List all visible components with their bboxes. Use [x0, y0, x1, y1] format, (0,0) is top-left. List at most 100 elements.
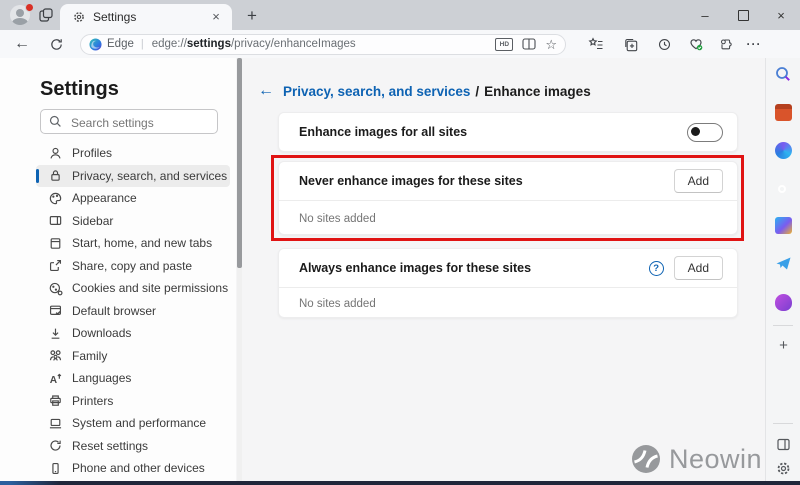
page-title: Enhance images	[484, 84, 591, 99]
add-site-button[interactable]: Add	[674, 169, 723, 193]
sidebar-item-privacy[interactable]: Privacy, search, and services	[36, 165, 230, 188]
sidebar-settings-icon[interactable]	[775, 460, 792, 477]
settings-title: Settings	[40, 78, 119, 101]
address-bar[interactable]: Edge | edge://settings/privacy/enhanceIm…	[80, 34, 566, 55]
avatar-body	[12, 18, 28, 25]
address-bar-actions: HD ☆	[495, 38, 557, 51]
browser-toolbar: ← Edge | edge://settings/privacy/enhance…	[0, 30, 800, 59]
url-text: edge://settings/privacy/enhanceImages	[152, 38, 490, 50]
sidebar-item-label: Profiles	[72, 146, 112, 160]
copilot-swirl-icon[interactable]	[775, 142, 792, 159]
games-icon[interactable]	[775, 294, 792, 311]
tab-strip: Settings × + – ×	[0, 0, 800, 30]
edge-brand-label: Edge	[107, 38, 134, 50]
url-rest: /privacy/enhanceImages	[231, 38, 356, 50]
more-icon[interactable]: ···	[742, 33, 766, 55]
sidebar-item-downloads[interactable]: Downloads	[36, 322, 230, 345]
add-site-button[interactable]: Add	[674, 256, 723, 280]
settings-nav-list: Profiles Privacy, search, and services A…	[0, 142, 236, 480]
sidebar-item-default-browser[interactable]: Default browser	[36, 300, 230, 323]
designer-icon[interactable]	[775, 217, 792, 234]
sidebar-item-start-home[interactable]: Start, home, and new tabs	[36, 232, 230, 255]
notification-dot	[25, 3, 34, 12]
sidebar-panel-icon	[48, 213, 63, 228]
default-browser-icon	[48, 303, 63, 318]
workspaces-icon[interactable]	[38, 7, 54, 23]
sidebar-item-system[interactable]: System and performance	[36, 412, 230, 435]
window-bottom-edge	[0, 481, 800, 485]
split-screen-icon[interactable]	[522, 38, 536, 50]
back-icon[interactable]: ←	[10, 33, 34, 55]
breadcrumb-back-icon[interactable]: ←	[258, 82, 274, 100]
refresh-icon[interactable]	[44, 33, 68, 55]
breadcrumb-parent-link[interactable]: Privacy, search, and services	[283, 84, 470, 99]
edge-sidebar: +	[765, 58, 800, 481]
empty-state-text: No sites added	[279, 288, 737, 319]
downloads-icon	[48, 326, 63, 341]
sidebar-item-appearance[interactable]: Appearance	[36, 187, 230, 210]
tab-close-icon[interactable]: ×	[208, 9, 224, 25]
collections-icon[interactable]	[618, 33, 642, 55]
settings-search[interactable]	[40, 109, 218, 134]
sidebar-divider	[773, 325, 793, 326]
minimize-button[interactable]: –	[686, 0, 724, 30]
sidebar-item-sidebar[interactable]: Sidebar	[36, 210, 230, 233]
edge-logo	[89, 38, 102, 51]
languages-icon: A	[48, 371, 63, 386]
breadcrumb-separator: /	[475, 84, 479, 99]
tab-settings[interactable]: Settings ×	[60, 4, 232, 30]
card-always-enhance-sites: Always enhance images for these sites ? …	[278, 248, 738, 318]
hd-icon[interactable]: HD	[495, 38, 513, 51]
sidebar-item-cookies[interactable]: Cookies and site permissions	[36, 277, 230, 300]
sidebar-item-label: Default browser	[72, 304, 156, 318]
sidebar-item-phone[interactable]: Phone and other devices	[36, 457, 230, 480]
url-highlight: settings	[187, 38, 231, 50]
printers-icon	[48, 393, 63, 408]
gear-icon	[72, 10, 86, 24]
sidebar-item-reset[interactable]: Reset settings	[36, 435, 230, 458]
history-icon[interactable]	[652, 33, 676, 55]
help-icon[interactable]: ?	[649, 261, 664, 276]
drop-icon[interactable]	[775, 255, 792, 272]
breadcrumb: ← Privacy, search, and services / Enhanc…	[258, 82, 591, 100]
sidebar-item-profiles[interactable]: Profiles	[36, 142, 230, 165]
sidebar-item-label: Languages	[72, 371, 131, 385]
shopping-icon[interactable]	[775, 104, 792, 121]
search-icon[interactable]	[775, 66, 792, 83]
sidebar-divider	[773, 423, 793, 424]
sidebar-item-share-copy-paste[interactable]: Share, copy and paste	[36, 255, 230, 278]
sidebar-item-label: Cookies and site permissions	[72, 281, 228, 295]
add-favorite-star-icon[interactable]: ☆	[545, 38, 557, 51]
favorites-icon[interactable]	[584, 33, 608, 55]
browser-essentials-icon[interactable]	[684, 33, 708, 55]
close-button[interactable]: ×	[762, 0, 800, 30]
extensions-icon[interactable]	[714, 33, 738, 55]
setting-label: Always enhance images for these sites	[299, 261, 649, 275]
phone-icon	[48, 461, 63, 476]
window-controls: – ×	[686, 0, 800, 30]
sidebar-item-label: Family	[72, 349, 107, 363]
sidebar-item-printers[interactable]: Printers	[36, 390, 230, 413]
svg-text:A: A	[50, 375, 58, 386]
setting-label: Never enhance images for these sites	[299, 174, 674, 188]
search-input[interactable]	[69, 111, 215, 134]
share-icon	[48, 258, 63, 273]
new-tab-button[interactable]: +	[240, 4, 264, 28]
family-icon	[48, 348, 63, 363]
empty-state-text: No sites added	[279, 201, 737, 236]
sidebar-item-languages[interactable]: A Languages	[36, 367, 230, 390]
appearance-icon	[48, 191, 63, 206]
address-divider: |	[141, 38, 144, 50]
side-panel-icon[interactable]	[775, 436, 792, 453]
add-icon[interactable]: +	[775, 338, 792, 355]
sidebar-item-label: Downloads	[72, 326, 131, 340]
sidebar-item-label: Privacy, search, and services	[72, 169, 227, 183]
tab-title: Settings	[93, 10, 208, 24]
maximize-button[interactable]	[724, 0, 762, 30]
maximize-icon	[738, 10, 749, 21]
card-never-enhance-sites: Never enhance images for these sites Add…	[278, 161, 738, 235]
sidebar-item-family[interactable]: Family	[36, 345, 230, 368]
reset-icon	[48, 438, 63, 453]
avatar-head	[16, 9, 24, 17]
enhance-images-toggle[interactable]	[687, 123, 723, 142]
